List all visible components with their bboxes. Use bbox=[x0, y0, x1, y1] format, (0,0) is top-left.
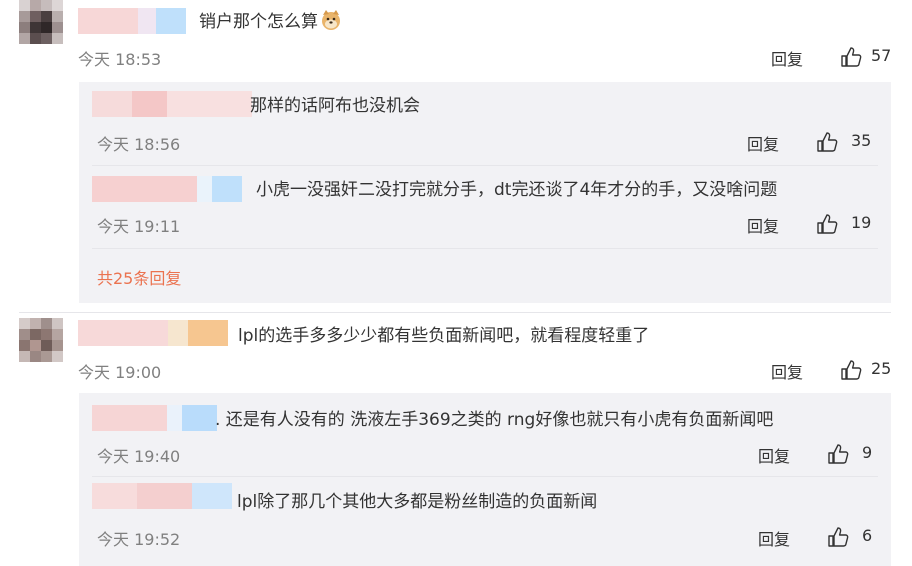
like-count: 9 bbox=[862, 443, 873, 462]
reply-time: 今天 19:11 bbox=[97, 217, 181, 236]
doge-emoji-icon bbox=[320, 9, 342, 31]
like-count: 6 bbox=[862, 526, 873, 545]
thumbs-up-icon[interactable] bbox=[840, 46, 862, 68]
reply-text: 那样的话阿布也没机会 bbox=[250, 96, 420, 116]
divider bbox=[92, 165, 878, 166]
reply-time: 今天 19:52 bbox=[97, 530, 181, 549]
reply-text: lpl除了那几个其他大多都是粉丝制造的负面新闻 bbox=[237, 492, 598, 512]
reply-button[interactable]: 回复 bbox=[758, 443, 790, 467]
username-link[interactable] bbox=[78, 8, 186, 34]
reply-button[interactable]: 回复 bbox=[747, 213, 779, 237]
like-count: 25 bbox=[871, 359, 892, 378]
reply-text: 小虎一没强奸二没打完就分手，dt完还谈了4年才分的手，又没啥问题 bbox=[256, 180, 778, 200]
reply-username-link[interactable] bbox=[92, 405, 217, 431]
reply-username-link[interactable] bbox=[92, 483, 232, 509]
comment-time: 今天 19:00 bbox=[78, 363, 162, 382]
replies-panel: 那样的话阿布也没机会 今天 18:56 回复 35 小虎一没强奸二没打完就分手，… bbox=[79, 82, 891, 303]
reply-time: 今天 19:40 bbox=[97, 447, 181, 466]
thumbs-up-icon[interactable] bbox=[827, 443, 849, 465]
like-count: 57 bbox=[871, 46, 892, 65]
replies-panel: . 还是有人没有的 洗液左手369之类的 rng好像也就只有小虎有负面新闻吧 今… bbox=[79, 393, 891, 566]
reply-button[interactable]: 回复 bbox=[771, 46, 803, 70]
avatar[interactable] bbox=[19, 318, 63, 362]
more-replies-link[interactable]: 共25条回复 bbox=[97, 265, 181, 289]
reply-username-link[interactable] bbox=[92, 91, 252, 117]
reply-text: . 还是有人没有的 洗液左手369之类的 rng好像也就只有小虎有负面新闻吧 bbox=[215, 410, 774, 430]
divider bbox=[92, 248, 878, 249]
divider bbox=[92, 476, 878, 477]
thumbs-up-icon[interactable] bbox=[816, 213, 838, 235]
like-count: 19 bbox=[851, 213, 872, 232]
like-count: 35 bbox=[851, 131, 872, 150]
reply-username-link[interactable] bbox=[92, 176, 242, 202]
comment-text: lpl的选手多多少少都有些负面新闻吧，就看程度轻重了 bbox=[238, 326, 650, 346]
comment-divider bbox=[19, 312, 891, 313]
avatar[interactable] bbox=[19, 0, 63, 44]
reply-time: 今天 18:56 bbox=[97, 135, 181, 154]
thumbs-up-icon[interactable] bbox=[816, 131, 838, 153]
thumbs-up-icon[interactable] bbox=[827, 526, 849, 548]
username-link[interactable] bbox=[78, 320, 228, 346]
comment-time: 今天 18:53 bbox=[78, 50, 162, 69]
thumbs-up-icon[interactable] bbox=[840, 359, 862, 381]
reply-button[interactable]: 回复 bbox=[758, 526, 790, 550]
reply-button[interactable]: 回复 bbox=[771, 359, 803, 383]
reply-button[interactable]: 回复 bbox=[747, 131, 779, 155]
comment-text: 销户那个怎么算 bbox=[199, 9, 342, 34]
